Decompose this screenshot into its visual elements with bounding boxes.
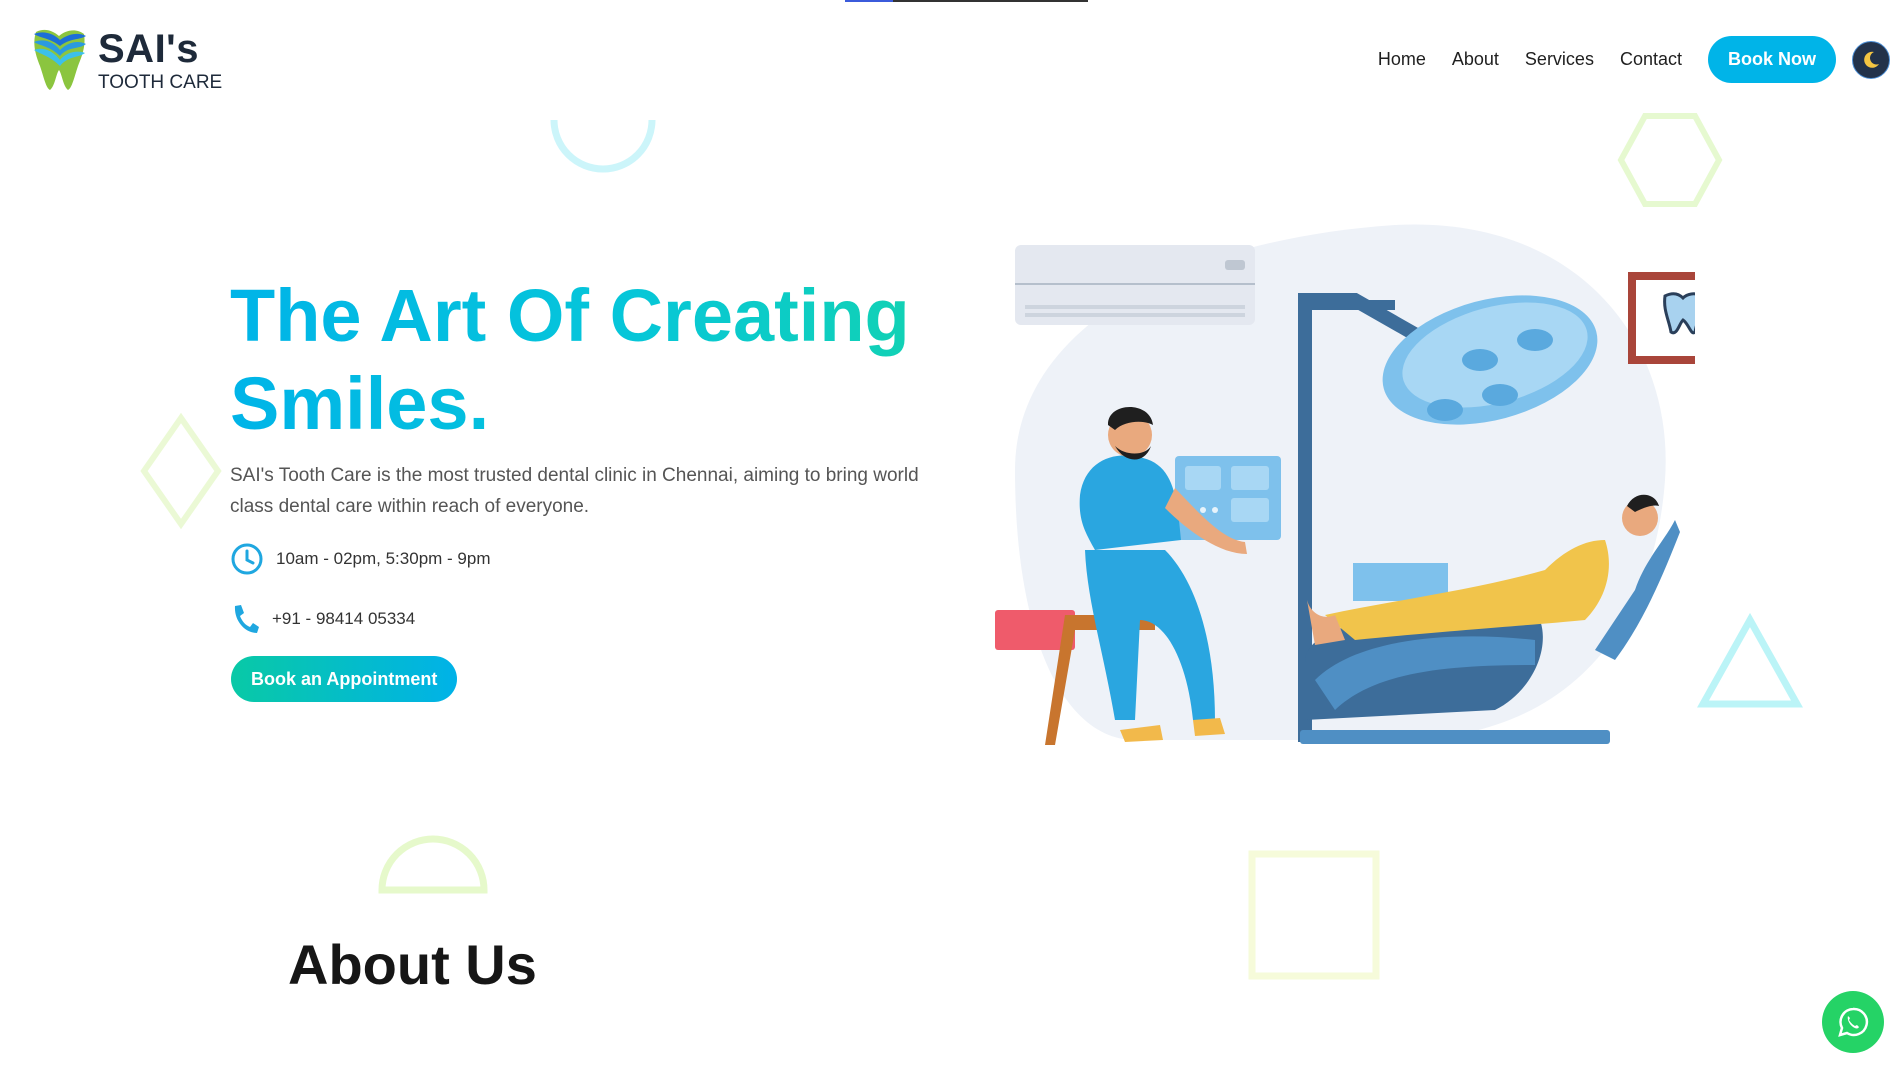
hours-text: 10am - 02pm, 5:30pm - 9pm: [276, 549, 491, 568]
main-nav: Home About Services Contact Book Now: [1378, 36, 1904, 83]
loading-bar: [845, 0, 1088, 2]
tooth-logo-icon: [34, 29, 86, 91]
brand-subtitle: TOOTH CARE: [98, 71, 223, 93]
moon-icon: [1864, 51, 1879, 68]
phone-text[interactable]: +91 - 98414 05334: [272, 609, 415, 629]
phone-icon: [234, 605, 259, 633]
dental-clinic-illustration: [995, 224, 1695, 745]
book-now-button[interactable]: Book Now: [1708, 36, 1836, 83]
hours-row: 10am - 02pm, 5:30pm - 9pm: [230, 542, 490, 576]
triangle-decoration: [1697, 612, 1803, 708]
about-heading: About Us: [288, 933, 537, 996]
nav-contact[interactable]: Contact: [1620, 49, 1682, 70]
diamond-decoration: [140, 412, 222, 530]
hexagon-decoration: [1617, 113, 1723, 207]
half-circle-decoration: [378, 835, 488, 894]
phone-row: +91 - 98414 05334: [230, 603, 415, 635]
semicircle-decoration: [550, 119, 656, 173]
brand-logo[interactable]: SAI's TOOTH CARE: [30, 26, 222, 94]
clock-icon: [231, 543, 263, 575]
nav-about[interactable]: About: [1452, 49, 1499, 70]
whatsapp-icon: [1838, 1007, 1869, 1037]
whatsapp-button[interactable]: [1822, 991, 1884, 1053]
square-decoration: [1248, 850, 1380, 980]
hero-title: The Art Of Creating Smiles.: [230, 272, 950, 448]
nav-home[interactable]: Home: [1378, 49, 1426, 70]
book-appointment-button[interactable]: Book an Appointment: [231, 656, 458, 702]
hero-description: SAI's Tooth Care is the most trusted den…: [230, 465, 919, 517]
brand-name: SAI's: [98, 26, 199, 71]
theme-toggle[interactable]: [1852, 40, 1890, 79]
nav-services[interactable]: Services: [1525, 49, 1594, 70]
